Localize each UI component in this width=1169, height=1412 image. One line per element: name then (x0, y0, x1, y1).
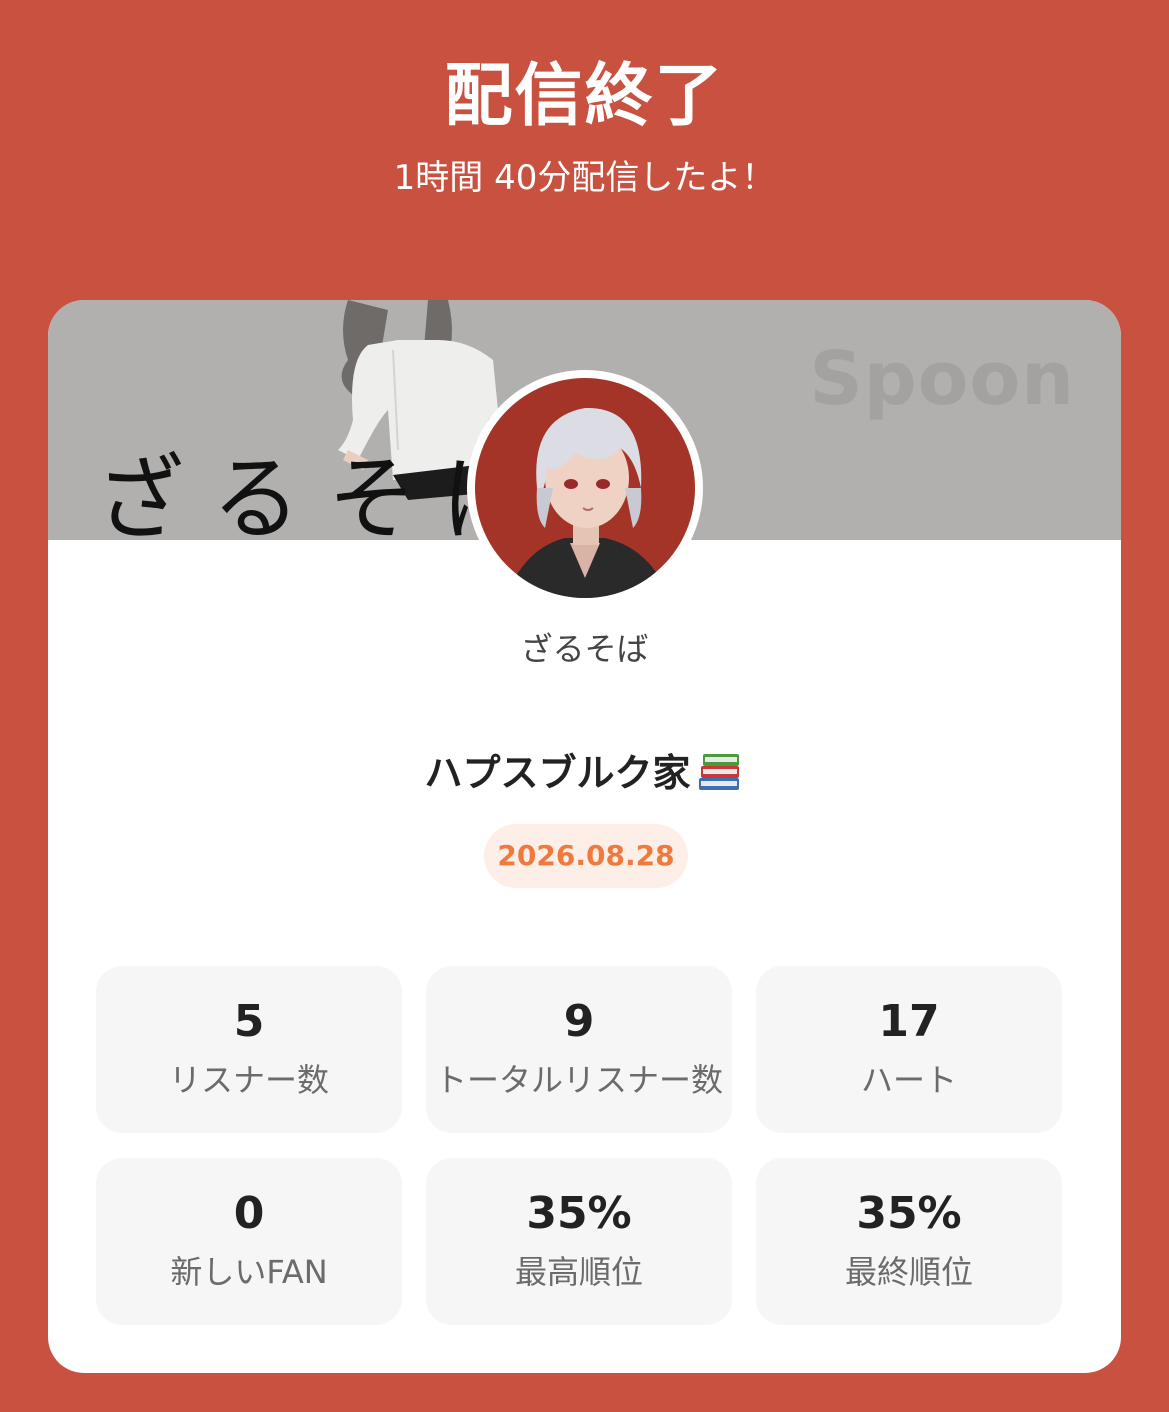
stat-value: 35% (856, 1188, 962, 1239)
avatar-frame (467, 370, 703, 606)
stat-label: リスナー数 (168, 1061, 329, 1099)
stat-listeners: 5 リスナー数 (96, 966, 402, 1133)
stat-value: 35% (526, 1188, 632, 1239)
stats-grid: 5 リスナー数 9 トータルリスナー数 17 ハート 0 新しいFAN 35% … (96, 966, 1063, 1325)
stat-label: 最高順位 (514, 1253, 643, 1291)
stat-label: トータルリスナー数 (434, 1061, 723, 1099)
page-title: 配信終了 (444, 57, 725, 136)
nickname: ざるそば (520, 630, 649, 668)
live-title-text: ハプスブルク家 (424, 751, 691, 795)
stat-label: ハート (860, 1061, 957, 1099)
stat-best-rank: 35% 最高順位 (426, 1158, 732, 1325)
stat-new-fans: 0 新しいFAN (96, 1158, 402, 1325)
stat-label: 最終順位 (844, 1253, 973, 1291)
broadcast-duration-text: 1時間 40分配信したよ！ (393, 158, 776, 198)
stat-value: 0 (233, 1188, 265, 1239)
stat-label: 新しいFAN (170, 1253, 328, 1291)
stat-value: 5 (233, 996, 265, 1047)
stat-hearts: 17 ハート (756, 966, 1062, 1133)
stat-total-listeners: 9 トータルリスナー数 (426, 966, 732, 1133)
broadcast-date-badge: 2026.08.28 (484, 824, 688, 888)
books-icon (698, 754, 739, 790)
stat-final-rank: 35% 最終順位 (756, 1158, 1062, 1325)
spoon-logo: Spoon (809, 336, 1075, 422)
avatar (475, 378, 695, 598)
stat-value: 9 (563, 996, 595, 1047)
summary-card: ざるそば Spoon ざるそば ハプスブルク家 2026.08.28 5 リスナ… (48, 300, 1121, 1373)
stat-value: 17 (878, 996, 940, 1047)
live-title: ハプスブルク家 (48, 742, 1121, 797)
